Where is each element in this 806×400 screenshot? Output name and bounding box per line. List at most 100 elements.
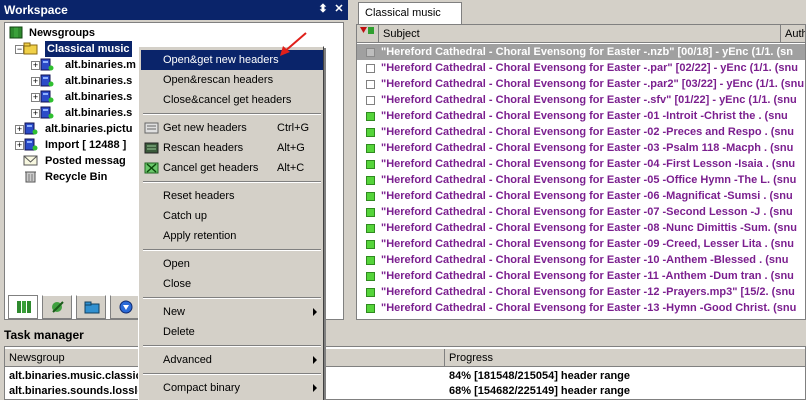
task-manager-list[interactable]: Newsgroup Progress alt.binaries.music.cl…	[4, 346, 806, 400]
table-row[interactable]: "Hereford Cathedral - Choral Evensong fo…	[357, 124, 805, 140]
table-row[interactable]: "Hereford Cathedral - Choral Evensong fo…	[357, 108, 805, 124]
table-row[interactable]: "Hereford Cathedral - Choral Evensong fo…	[357, 76, 805, 92]
task-manager-title: Task manager	[4, 328, 84, 342]
newsgroups-tab-icon	[16, 300, 32, 314]
submenu-arrow-icon	[313, 356, 317, 364]
folder-icon	[23, 42, 38, 55]
menu-separator	[143, 181, 321, 183]
menu-item-close-cancel-get-headers[interactable]: Close&cancel get headers	[141, 90, 323, 110]
menu-item-label: Close&cancel get headers	[163, 94, 292, 106]
import-icon	[23, 138, 38, 151]
folder-tab-icon	[84, 300, 100, 314]
menu-separator	[143, 297, 321, 299]
newsgroup-icon	[39, 90, 54, 103]
pointer-arrow-icon	[280, 32, 307, 56]
menu-item-label: New	[163, 306, 186, 318]
menu-item-new[interactable]: New	[141, 302, 323, 322]
article-tab-strip: Classical music	[356, 0, 806, 24]
menu-item-open-rescan-headers[interactable]: Open&rescan headers	[141, 70, 323, 90]
search-tab-icon	[50, 300, 66, 314]
menu-item-delete[interactable]: Delete	[141, 322, 323, 342]
task-row[interactable]: alt.binaries.sounds.lossless 68% [154682/…	[5, 384, 805, 398]
menu-item-label: Open&get new headers	[163, 54, 279, 66]
menu-item-label: Reset headers	[163, 190, 235, 202]
menu-item-label: Catch up	[163, 210, 208, 222]
workspace-tab[interactable]	[110, 295, 140, 319]
task-progress: 84% [181548/215054] header range	[449, 370, 631, 382]
article-subject: "Hereford Cathedral - Choral Evensong fo…	[381, 142, 794, 154]
table-row[interactable]: "Hereford Cathedral - Choral Evensong fo…	[357, 92, 805, 108]
tree-node-label: Import [ 12488 ]	[45, 139, 127, 151]
article-subject: "Hereford Cathedral - Choral Evensong fo…	[381, 254, 789, 266]
table-row[interactable]: "Hereford Cathedral - Choral Evensong fo…	[357, 284, 805, 300]
menu-item-label: Close	[163, 278, 192, 290]
author-column-header[interactable]: Auth	[781, 25, 805, 43]
table-row[interactable]: "Hereford Cathedral - Choral Evensong fo…	[357, 252, 805, 268]
status-column-header[interactable]	[357, 25, 379, 43]
newsgroup-icon	[39, 106, 54, 119]
table-row[interactable]: "Hereford Cathedral - Choral Evensong fo…	[357, 220, 805, 236]
menu-item-label: Open&rescan headers	[163, 74, 274, 86]
progress-column-header[interactable]: Progress	[445, 349, 805, 367]
newsgroup-icon	[39, 74, 54, 87]
menu-item-cancel-get-headers[interactable]: Cancel get headers Alt+C	[141, 158, 323, 178]
tree-node-label: alt.binaries.s	[65, 75, 133, 87]
tree-node-label: alt.binaries.s	[65, 91, 133, 103]
menu-item-label: Get new headers	[163, 122, 247, 134]
article-status-icon	[366, 272, 375, 281]
download-tab-icon	[118, 300, 134, 314]
close-icon[interactable]: ✕	[332, 2, 346, 16]
article-list[interactable]: Subject Auth "Hereford Cathedral - Chora…	[356, 24, 806, 320]
tab-classical-music[interactable]: Classical music	[358, 2, 462, 24]
table-row[interactable]: "Hereford Cathedral - Choral Evensong fo…	[357, 140, 805, 156]
filter-icon	[360, 27, 374, 34]
table-row[interactable]: "Hereford Cathedral - Choral Evensong fo…	[357, 188, 805, 204]
get-headers-icon	[144, 121, 159, 135]
workspace-title: Workspace	[4, 3, 68, 17]
menu-item-get-new-headers[interactable]: Get new headers Ctrl+G	[141, 118, 323, 138]
menu-item-label: Cancel get headers	[163, 162, 259, 174]
table-row[interactable]: "Hereford Cathedral - Choral Evensong fo…	[357, 236, 805, 252]
menu-separator	[143, 373, 321, 375]
task-newsgroup: alt.binaries.sounds.lossless	[9, 385, 156, 397]
table-row[interactable]: "Hereford Cathedral - Choral Evensong fo…	[357, 156, 805, 172]
article-status-icon	[366, 160, 375, 169]
subject-column-header[interactable]: Subject	[379, 25, 781, 43]
menu-item-close[interactable]: Close	[141, 274, 323, 294]
article-subject: "Hereford Cathedral - Choral Evensong fo…	[381, 174, 797, 186]
article-status-icon	[366, 256, 375, 265]
table-row[interactable]: "Hereford Cathedral - Choral Evensong fo…	[357, 300, 805, 316]
newsgroups-icon	[9, 26, 23, 39]
menu-item-compact-binary[interactable]: Compact binary	[141, 378, 323, 398]
menu-item-label: Advanced	[163, 354, 212, 366]
task-row[interactable]: alt.binaries.music.classical 84% [181548/…	[5, 369, 805, 383]
context-menu: Open&get new headers Open&rescan headers C…	[138, 46, 324, 400]
menu-item-open[interactable]: Open	[141, 254, 323, 274]
article-status-icon	[366, 208, 375, 217]
table-row[interactable]: "Hereford Cathedral - Choral Evensong fo…	[357, 204, 805, 220]
workspace-tab[interactable]	[76, 295, 106, 319]
article-subject: "Hereford Cathedral - Choral Evensong fo…	[381, 62, 798, 74]
table-row[interactable]: "Hereford Cathedral - Choral Evensong fo…	[357, 60, 805, 76]
tree-node-label: alt.binaries.s	[65, 107, 133, 119]
menu-item-catch-up[interactable]: Catch up	[141, 206, 323, 226]
submenu-arrow-icon	[313, 384, 317, 392]
menu-item-apply-retention[interactable]: Apply retention	[141, 226, 323, 246]
article-status-icon	[366, 288, 375, 297]
tree-node-label: Newsgroups	[29, 27, 96, 39]
workspace-tab[interactable]	[42, 295, 72, 319]
table-row[interactable]: "Hereford Cathedral - Choral Evensong fo…	[357, 268, 805, 284]
menu-item-advanced[interactable]: Advanced	[141, 350, 323, 370]
menu-item-reset-headers[interactable]: Reset headers	[141, 186, 323, 206]
pin-icon[interactable]: ⬍	[316, 2, 330, 16]
workspace-tab[interactable]	[8, 295, 38, 319]
article-status-icon	[366, 80, 375, 89]
table-row[interactable]: "Hereford Cathedral - Choral Evensong fo…	[357, 44, 805, 60]
article-subject: "Hereford Cathedral - Choral Evensong fo…	[381, 190, 793, 202]
menu-item-label: Open	[163, 258, 190, 270]
menu-item-label: Compact binary	[163, 382, 241, 394]
table-row[interactable]: "Hereford Cathedral - Choral Evensong fo…	[357, 172, 805, 188]
tree-node-label: alt.binaries.m	[65, 59, 136, 71]
menu-item-rescan-headers[interactable]: Rescan headers Alt+G	[141, 138, 323, 158]
menu-item-label: Rescan headers	[163, 142, 244, 154]
